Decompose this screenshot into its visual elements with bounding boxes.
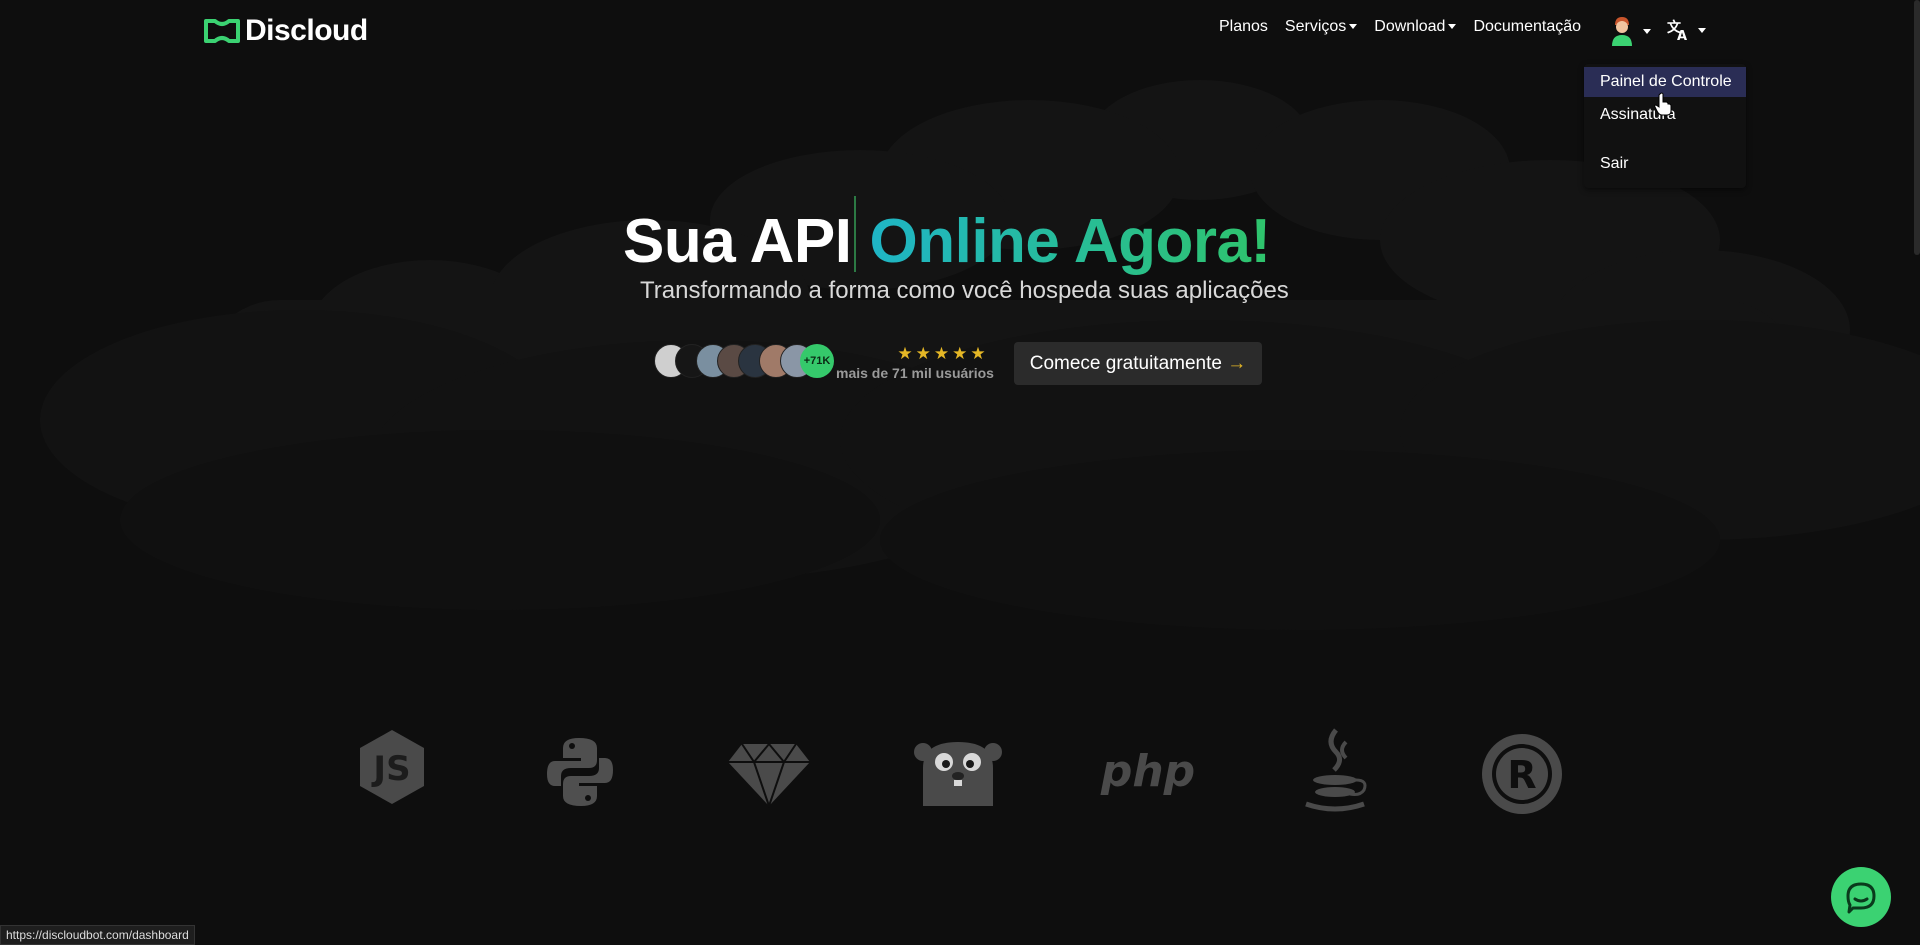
cta-label: Comece gratuitamente [1029,353,1222,374]
nav-link-label: Download [1374,18,1446,35]
caret-down-icon [1349,24,1358,30]
caret-down-icon [1698,27,1706,33]
java-icon [1305,728,1367,812]
typing-cursor [853,196,856,272]
python-icon [547,738,613,806]
menu-item-label: Painel de Controle [1600,73,1732,90]
user-count-badge: +71K [800,344,834,378]
svg-text:php: php [1100,748,1195,797]
caret-down-icon [1448,24,1457,30]
arrow-right-icon: → [1227,353,1247,374]
nodejs-icon: JS [360,730,424,804]
rating-block: ★★★★★ mais de 71 mil usuários [836,344,994,381]
nav-link-label: Documentação [1473,18,1582,35]
user-dropdown-menu: Painel de Controle Assinatura Sair [1584,64,1746,188]
user-avatar-icon [1612,17,1632,46]
hand-cursor-icon [1654,92,1672,116]
chat-bubble-icon [1846,882,1876,914]
nav-link-planos[interactable]: Planos [1219,18,1268,36]
nav-link-label: Planos [1219,18,1268,35]
user-menu-toggle[interactable] [1610,16,1651,46]
svg-text:R: R [1507,753,1536,797]
hero-title-gradient: Online Agora! [869,207,1272,276]
chat-button[interactable] [1831,867,1891,927]
nav-link-label: Serviços [1284,18,1347,35]
discloud-logo-icon [204,19,240,43]
nav-links: Planos Serviços Download Documentação [1219,18,1598,36]
svg-text:JS: JS [371,749,410,789]
language-toggle[interactable]: 文 A [1667,18,1706,42]
ruby-icon [728,742,810,808]
navbar: Discloud Planos Serviços Download Docume… [0,0,1920,60]
start-free-button[interactable]: Comece gratuitamente → [1014,342,1262,385]
caret-down-icon [1643,28,1651,34]
nav-link-documentacao[interactable]: Documentação [1473,18,1581,36]
rating-text: mais de 71 mil usuários [836,365,994,381]
five-stars-icon: ★★★★★ [897,344,989,363]
php-icon: php [1100,748,1195,797]
nav-link-download[interactable]: Download [1374,18,1457,36]
hero-title-white: Sua API [623,207,852,276]
brand-logo[interactable]: Discloud [203,14,368,48]
menu-item-sair[interactable]: Sair [1584,149,1746,179]
menu-item-label: Sair [1600,155,1629,172]
rust-icon: R [1482,734,1562,814]
hero-subtitle: Transformando a forma como você hospeda … [640,277,1289,304]
browser-status-bar: https://discloudbot.com/dashboard [0,925,195,945]
translate-icon: 文 A [1667,19,1687,42]
brand-name: Discloud [245,14,368,47]
nav-link-servicos[interactable]: Serviços [1284,18,1358,36]
hero-title: Sua API Online Agora! [623,196,1271,277]
svg-text:A: A [1677,29,1687,42]
go-icon [914,742,1002,806]
